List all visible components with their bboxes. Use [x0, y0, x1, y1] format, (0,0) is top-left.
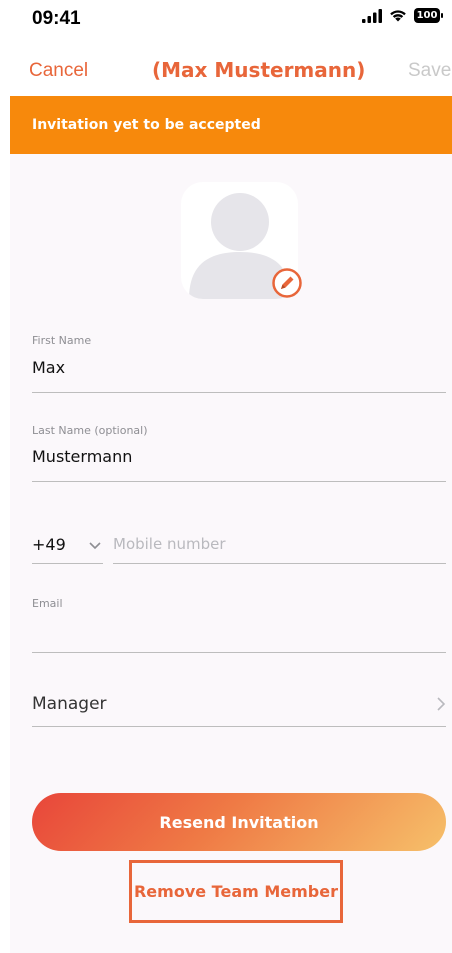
- first-name-label: First Name: [32, 334, 92, 347]
- email-label: Email: [32, 597, 63, 610]
- status-time: 09:41: [32, 8, 81, 29]
- first-name-underline: [32, 392, 446, 393]
- country-code-underline: [32, 563, 103, 564]
- mobile-number-input[interactable]: Mobile number: [113, 535, 226, 553]
- role-selector[interactable]: Manager: [32, 694, 107, 714]
- chevron-down-icon[interactable]: [88, 540, 102, 550]
- edit-pencil-icon[interactable]: [272, 268, 302, 298]
- role-underline: [32, 726, 446, 727]
- country-code-select[interactable]: +49: [32, 535, 66, 554]
- invitation-banner: Invitation yet to be accepted: [10, 96, 452, 154]
- last-name-label: Last Name (optional): [32, 424, 148, 437]
- remove-team-member-button[interactable]: Remove Team Member: [129, 860, 343, 923]
- status-icons: 100: [362, 8, 443, 23]
- last-name-underline: [32, 481, 446, 482]
- signal-icon: [362, 8, 382, 23]
- first-name-field[interactable]: Max: [32, 358, 65, 377]
- battery-icon: 100: [414, 8, 443, 23]
- resend-invitation-label: Resend Invitation: [159, 812, 319, 832]
- email-underline: [32, 652, 446, 653]
- page-title: (Max Mustermann): [152, 58, 366, 82]
- chevron-right-icon[interactable]: [436, 696, 446, 712]
- last-name-field[interactable]: Mustermann: [32, 447, 132, 466]
- banner-text: Invitation yet to be accepted: [32, 117, 261, 133]
- screen: 09:41 100 Cancel (Max Mustermann) Save I…: [0, 0, 452, 953]
- wifi-icon: [390, 10, 406, 22]
- remove-team-member-label: Remove Team Member: [133, 882, 338, 901]
- cancel-button[interactable]: Cancel: [29, 60, 88, 82]
- resend-invitation-button[interactable]: Resend Invitation: [32, 793, 446, 851]
- save-button[interactable]: Save: [408, 60, 451, 82]
- mobile-number-underline: [113, 563, 446, 564]
